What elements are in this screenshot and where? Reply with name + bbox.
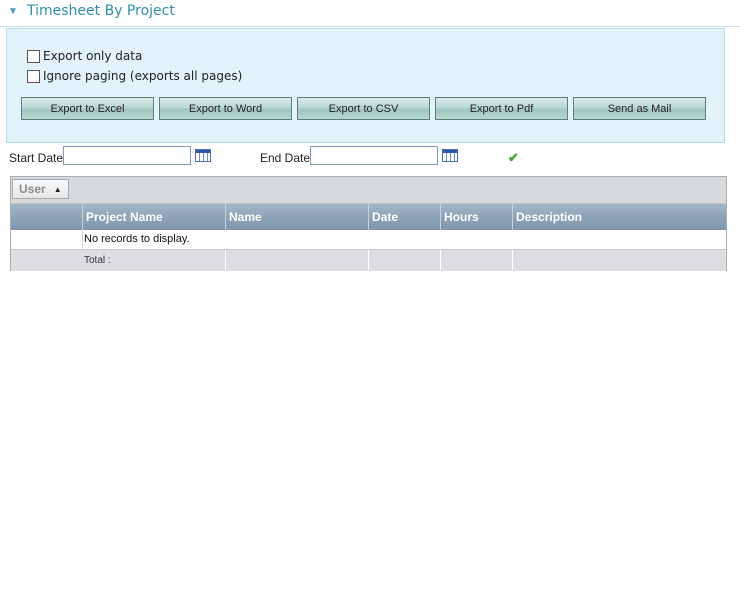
export-panel: Export only data Ignore paging (exports … — [6, 28, 725, 143]
export-button-row: Export to Excel Export to Word Export to… — [21, 97, 711, 120]
start-date-input[interactable] — [63, 146, 191, 165]
grid-footer-row: Total : — [11, 250, 726, 271]
row-divider — [82, 230, 83, 249]
start-date-label: Start Date — [9, 151, 64, 165]
group-by-label: User — [19, 182, 46, 196]
column-header-hours[interactable]: Hours — [440, 204, 512, 230]
apply-check-icon[interactable]: ✔ — [508, 150, 519, 166]
end-date-calendar-icon[interactable] — [442, 149, 458, 162]
timesheet-grid: User ▲ Project Name Name Date Hours Desc… — [10, 176, 727, 271]
footer-divider — [440, 250, 441, 271]
export-only-data-label[interactable]: Export only data — [43, 49, 142, 63]
ignore-paging-checkbox[interactable] — [27, 69, 40, 83]
footer-divider — [225, 250, 226, 271]
date-filter-row: Start Date End Date ✔ — [0, 146, 740, 170]
empty-row: No records to display. — [11, 230, 726, 250]
export-excel-button[interactable]: Export to Excel — [21, 97, 154, 120]
sort-ascending-icon: ▲ — [53, 184, 62, 194]
group-by-user-button[interactable]: User ▲ — [12, 179, 69, 199]
export-csv-button[interactable]: Export to CSV — [297, 97, 430, 120]
column-header-date[interactable]: Date — [368, 204, 440, 230]
start-date-calendar-icon[interactable] — [195, 149, 211, 162]
send-mail-button[interactable]: Send as Mail — [573, 97, 706, 120]
export-word-button[interactable]: Export to Word — [159, 97, 292, 120]
section-header: ▼ Timesheet By Project — [0, 0, 740, 27]
footer-divider — [368, 250, 369, 271]
column-header-project-name[interactable]: Project Name — [82, 204, 225, 230]
grid-header-row: Project Name Name Date Hours Description — [11, 204, 726, 230]
collapse-icon[interactable]: ▼ — [8, 6, 18, 17]
ignore-paging-label[interactable]: Ignore paging (exports all pages) — [43, 69, 242, 83]
export-only-data-checkbox[interactable] — [27, 49, 40, 63]
no-records-message: No records to display. — [84, 233, 190, 245]
export-pdf-button[interactable]: Export to Pdf — [435, 97, 568, 120]
column-header-group — [11, 204, 82, 230]
group-panel: User ▲ — [11, 177, 726, 204]
export-only-data-option[interactable]: Export only data — [27, 49, 142, 63]
footer-divider — [512, 250, 513, 271]
page-title: Timesheet By Project — [27, 3, 175, 19]
end-date-label: End Date — [260, 151, 311, 165]
end-date-input[interactable] — [310, 146, 438, 165]
ignore-paging-option[interactable]: Ignore paging (exports all pages) — [27, 69, 242, 83]
column-header-description[interactable]: Description — [512, 204, 728, 230]
column-header-name[interactable]: Name — [225, 204, 368, 230]
total-label: Total : — [84, 255, 111, 266]
